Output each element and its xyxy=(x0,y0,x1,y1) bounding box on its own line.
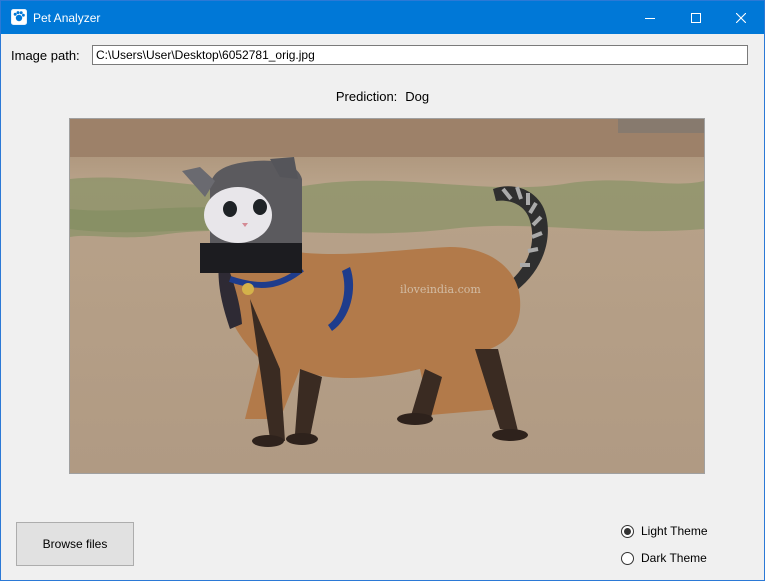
prediction-row: Prediction: Dog xyxy=(1,88,764,106)
image-path-label: Image path: xyxy=(11,48,80,63)
image-preview: iloveindia.com xyxy=(69,118,705,474)
maximize-icon xyxy=(691,12,701,23)
light-theme-radio[interactable]: Light Theme xyxy=(621,523,708,539)
app-icon xyxy=(11,9,27,25)
pet-photo: iloveindia.com xyxy=(70,119,704,473)
window-title: Pet Analyzer xyxy=(33,11,101,25)
app-window: Pet Analyzer Image path: Prediction: Dog xyxy=(0,0,765,581)
minimize-icon xyxy=(645,17,655,19)
close-button[interactable] xyxy=(718,1,764,34)
radio-selected-icon xyxy=(621,524,634,538)
maximize-button[interactable] xyxy=(673,1,719,34)
title-bar[interactable]: Pet Analyzer xyxy=(1,1,764,34)
browse-files-button[interactable]: Browse files xyxy=(16,522,134,566)
watermark-text: iloveindia.com xyxy=(400,283,481,296)
dark-theme-radio[interactable]: Dark Theme xyxy=(621,550,707,566)
prediction-label: Prediction: xyxy=(335,89,398,104)
dark-theme-label: Dark Theme xyxy=(641,551,707,565)
prediction-value: Dog xyxy=(405,89,430,104)
close-icon xyxy=(736,12,746,23)
minimize-button[interactable] xyxy=(627,1,673,34)
image-path-input[interactable] xyxy=(92,45,748,65)
radio-unselected-icon xyxy=(621,551,634,565)
light-theme-label: Light Theme xyxy=(641,524,708,538)
